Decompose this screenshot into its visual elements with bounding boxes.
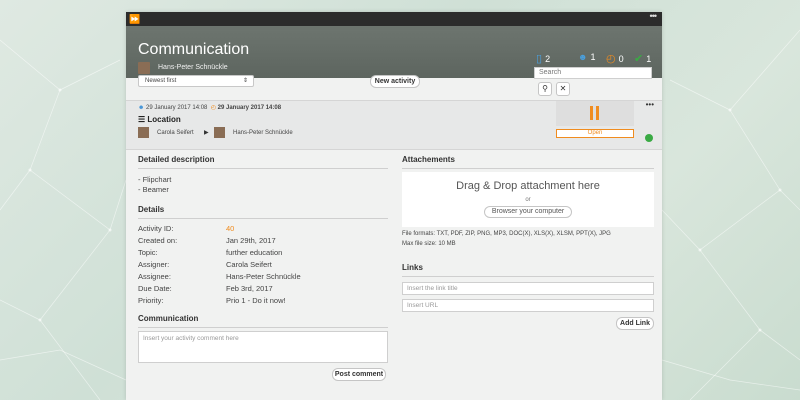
links-heading: Links [402,263,423,272]
activity-created: 29 January 2017 14:08 [146,105,208,111]
close-icon: ✕ [559,84,567,93]
avatar [138,62,150,74]
stat-messages[interactable]: ▯ 2 [536,52,550,65]
dots-icon[interactable]: ••• [646,100,654,109]
activity-title: ☰ Location [138,115,181,124]
fast-forward-icon[interactable]: ⏩ [129,14,140,24]
stat-pending-count: 0 [618,53,624,64]
avatar [138,127,149,138]
sort-select[interactable]: Newest first ⇕ [138,75,254,87]
search-button[interactable]: ⚲ [538,82,552,96]
check-icon: ✔ [634,53,644,65]
post-comment-button[interactable]: Post comment [332,368,386,381]
stat-pending[interactable]: ◴ 0 [606,52,624,65]
stat-messages-count: 2 [545,53,551,64]
detail-row-topic: Topic: further education [138,248,283,257]
search-input[interactable]: Search [534,67,652,79]
description-line: - Flipchart [138,175,172,184]
activity-card[interactable]: ☻ 29 January 2017 14:08 ◴ 29 January 201… [126,100,662,150]
comment-textarea[interactable]: Insert your activity comment here [138,331,388,363]
dropzone-or: or [525,197,531,203]
divider [402,168,654,169]
attachment-dropzone[interactable]: Drag & Drop attachment here or Browser y… [402,172,654,227]
pause-icon [590,106,600,120]
details-heading: Details [138,205,165,214]
max-size-text: Max file size: 10 MB [402,241,456,247]
search-icon: ⚲ [542,84,548,93]
sort-select-value: Newest first [145,78,177,84]
page-title: Communication [138,41,250,58]
assigner-name: Carola Seifert [157,130,194,136]
users-icon: ☻ [578,52,588,62]
app-window: ⏩ ••• Communication Hans-Peter Schnückle… [126,12,662,400]
link-title-input[interactable]: Insert the link title [402,282,654,295]
clear-search-button[interactable]: ✕ [556,82,570,96]
link-url-input[interactable]: Insert URL [402,299,654,312]
clock-icon: ◴ [210,105,216,111]
activity-due: 29 January 2017 14:08 [217,105,282,111]
stat-done[interactable]: ✔ 1 [634,52,651,65]
dropzone-text: Drag & Drop attachment here [456,180,600,192]
attachments-heading: Attachements [402,155,455,164]
detail-row-assigner: Assigner: Carola Seifert [138,260,272,269]
status-indicator [645,134,653,142]
activity-dates: ☻ 29 January 2017 14:08 ◴ 29 January 201… [138,104,281,111]
chat-icon: ▯ [536,53,543,65]
status-open-button[interactable]: Open [556,129,634,138]
chevron-updown-icon: ⇕ [242,78,248,84]
detail-row-activity-id: Activity ID: 40 [138,224,235,233]
stat-participants-count: 1 [590,52,596,62]
activity-title-text: Location [147,115,181,124]
communication-heading: Communication [138,314,199,323]
activity-id-link[interactable]: 40 [226,224,234,233]
new-activity-button[interactable]: New activity [370,75,420,88]
clock-icon: ◴ [606,53,616,65]
divider [138,327,388,328]
menu-icon: ☰ [138,115,146,124]
file-formats-text: File formats: TXT, PDF, ZIP, PNG, MP3, D… [402,231,611,237]
divider [138,168,388,169]
divider [402,276,654,277]
assignee-name: Hans-Peter Schnückle [233,130,293,136]
pause-button[interactable] [556,101,634,126]
detail-row-created: Created on: Jan 29th, 2017 [138,236,276,245]
dots-icon[interactable]: ••• [650,12,658,21]
owner-name: Hans-Peter Schnückle [158,64,228,71]
window-topbar: ⏩ ••• [126,12,662,26]
divider [138,218,388,219]
add-link-button[interactable]: Add Link [616,317,654,330]
browse-button[interactable]: Browser your computer [484,206,572,218]
detail-row-due-date: Due Date: Feb 3rd, 2017 [138,284,273,293]
stat-done-count: 1 [646,53,652,64]
avatar [214,127,225,138]
arrow-right-icon: ▶ [204,130,209,136]
detail-row-assignee: Assignee: Hans-Peter Schnückle [138,272,301,281]
description-heading: Detailed description [138,155,215,164]
stat-participants[interactable]: ☻ 1 [578,52,596,62]
description-line: - Beamer [138,185,169,194]
detail-row-priority: Priority: Prio 1 - Do it now! [138,296,286,305]
users-icon: ☻ [138,105,145,111]
